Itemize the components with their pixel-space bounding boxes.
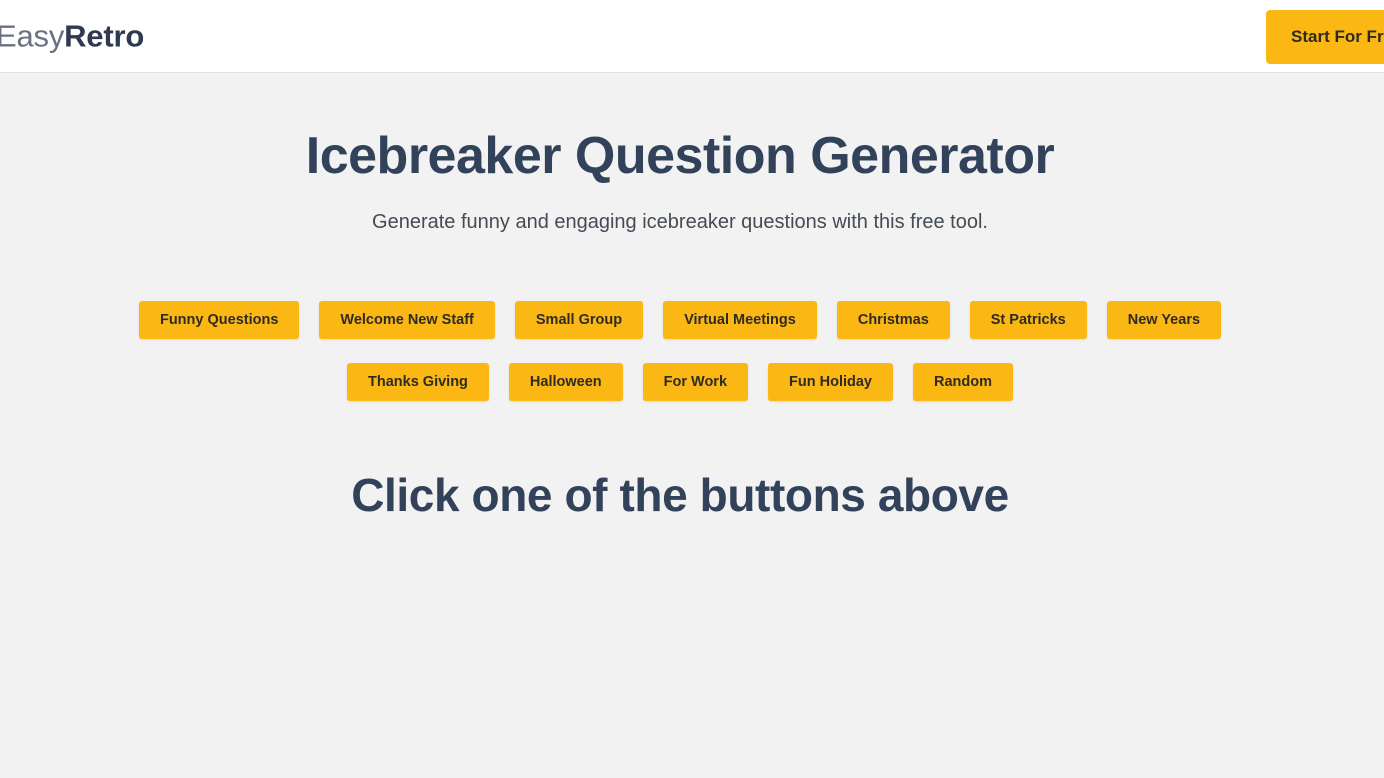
topic-button-small-group[interactable]: Small Group [514,300,644,339]
topic-button-st-patricks[interactable]: St Patricks [969,300,1087,339]
page-subtitle: Generate funny and engaging icebreaker q… [372,210,988,233]
topic-button-funny-questions[interactable]: Funny Questions [138,300,300,339]
topic-button-christmas[interactable]: Christmas [836,300,950,339]
brand-logo[interactable]: EasyRetro [0,21,144,52]
topic-button-halloween[interactable]: Halloween [508,362,623,401]
result-message: Click one of the buttons above [351,468,1009,521]
topic-button-welcome-new-staff[interactable]: Welcome New Staff [319,300,495,339]
topic-button-thanks-giving[interactable]: Thanks Giving [347,362,489,401]
brand-logo-retro: Retro [64,18,145,54]
topic-button-row-1: Funny Questions Welcome New Staff Small … [0,300,1360,339]
brand-logo-easy: Easy [0,18,65,54]
topic-button-row-2: Thanks Giving Halloween For Work Fun Hol… [0,362,1360,401]
topic-button-random[interactable]: Random [913,362,1013,401]
main-content: Icebreaker Question Generator Generate f… [0,73,1360,522]
start-for-free-button[interactable]: Start For Free [1266,10,1384,64]
topic-button-virtual-meetings[interactable]: Virtual Meetings [663,300,817,339]
topic-button-grid: Funny Questions Welcome New Staff Small … [0,235,1360,401]
site-header: EasyRetro Start For Free [0,0,1384,73]
topic-button-fun-holiday[interactable]: Fun Holiday [768,362,893,401]
topic-button-new-years[interactable]: New Years [1106,300,1222,339]
page-title: Icebreaker Question Generator [305,127,1055,185]
topic-button-for-work[interactable]: For Work [642,362,749,401]
